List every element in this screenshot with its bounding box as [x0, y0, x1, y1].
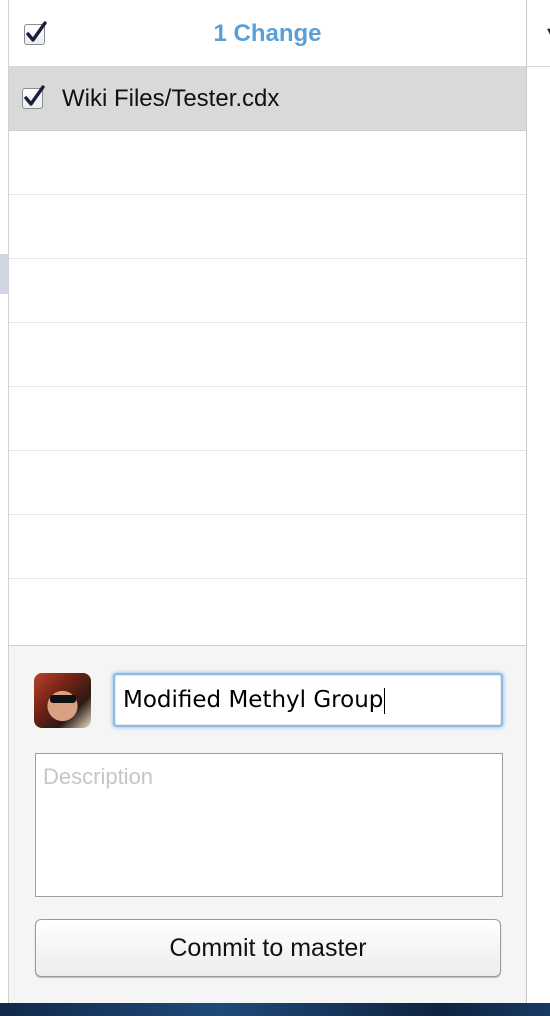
text-caret	[384, 687, 386, 714]
commit-area: Modified Methyl Group Description Commit…	[9, 645, 526, 1003]
avatar-glasses	[50, 695, 76, 703]
file-row[interactable]: Wiki Files/Tester.cdx	[9, 67, 526, 131]
empty-list-row	[9, 387, 526, 451]
empty-list-row	[9, 323, 526, 387]
right-pane: ▾	[527, 0, 550, 1003]
empty-list-row	[9, 451, 526, 515]
empty-list-row	[9, 579, 526, 643]
checkmark-icon	[24, 85, 45, 106]
changes-count-title: 1 Change	[213, 20, 322, 47]
changes-header: 1 Change	[9, 0, 526, 67]
file-name: Wiki Files/Tester.cdx	[62, 85, 280, 112]
empty-list-row	[9, 131, 526, 195]
empty-list-row	[9, 259, 526, 323]
file-list[interactable]: Wiki Files/Tester.cdx	[9, 67, 526, 645]
right-pane-header: ▾	[527, 0, 550, 67]
description-placeholder: Description	[43, 764, 154, 789]
empty-list-row	[9, 515, 526, 579]
avatar	[34, 673, 91, 728]
left-edge-tab	[0, 254, 8, 294]
commit-summary-text: Modified Methyl Group	[123, 687, 384, 713]
commit-summary-input[interactable]: Modified Methyl Group	[113, 673, 503, 727]
commit-description-field[interactable]: Description	[35, 753, 503, 897]
changes-panel: 1 Change Wiki Files/Tester.cdx Modified …	[8, 0, 527, 1003]
empty-list-row	[9, 195, 526, 259]
file-checkbox[interactable]	[22, 85, 45, 109]
commit-button[interactable]: Commit to master	[35, 919, 501, 977]
desktop-dock-strip	[0, 1003, 550, 1016]
